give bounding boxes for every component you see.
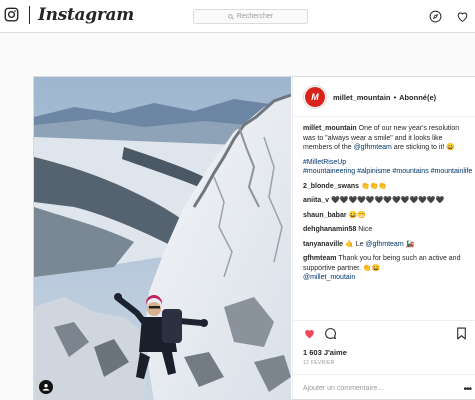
add-comment-placeholder: Ajouter un commentaire... [303,385,384,392]
post-header: M millet_mountain • Abonné(e) [293,77,475,117]
comment-icon[interactable] [324,327,337,340]
hashtags: #MilletRiseUp #mountaineering #alpinisme… [303,158,473,177]
more-options-button[interactable]: ••• [463,384,471,395]
comment-text: 🤙 Le [343,240,366,248]
hashtag-line-1[interactable]: #MilletRiseUp [303,158,473,168]
search-icon [228,13,234,20]
mountain-climber-photo [34,77,291,400]
post-date[interactable]: 12 février [303,360,335,366]
like-count[interactable]: 1 603 J'aime [303,348,347,357]
millet-logo-icon: M [305,87,325,107]
caption-text-end: are sticking to it! 😀 [391,144,455,151]
caption: millet_mountain One of our new year's re… [303,124,473,153]
comment-username[interactable]: tanyanaville [303,241,343,248]
comment-text: 😀😁 [346,211,366,219]
comment-username[interactable]: aniita_v [303,197,329,204]
follow-status-button[interactable]: Abonné(e) [399,93,436,102]
comment-item: dehghanamin58 Nice [303,225,473,235]
explore-icon[interactable] [429,10,442,23]
logo-separator [29,6,30,24]
comment-username[interactable]: 2_blonde_swans [303,183,359,190]
post-sidebar: M millet_mountain • Abonné(e) millet_mou… [292,77,475,400]
comment-username[interactable]: dehghanamin58 [303,226,356,233]
header-separator: • [393,93,397,102]
instagram-wordmark[interactable]: Instagram [38,5,134,25]
comment-item: shaun_babar 😀😁 [303,211,473,221]
comment-mention[interactable]: @gfhmteam [365,241,403,248]
top-nav: Instagram Rechercher [0,0,475,33]
post-card: M millet_mountain • Abonné(e) millet_mou… [33,76,475,400]
comment-item: aniita_v 🖤🖤🖤🖤🖤🖤🖤🖤🖤🖤🖤🖤🖤 [303,196,473,206]
comment-text: 👏👏👏 [359,182,388,190]
comment-username[interactable]: gfhmteam [303,255,336,262]
caption-mention[interactable]: @gfhmteam [354,144,392,151]
comment-item: gfhmteam Thank you for being such an act… [303,254,473,283]
avatar[interactable]: M [303,85,327,109]
heart-like-icon[interactable] [303,327,316,340]
comment-mention[interactable]: @millet_moutain [303,273,473,283]
comment-text-end: 🚂 [403,240,415,248]
post-actions: 1 603 J'aime 12 février Ajouter un comme… [293,320,475,400]
post-photo[interactable] [34,77,291,400]
user-tag-icon[interactable] [39,380,53,394]
instagram-glyph-icon[interactable] [4,7,19,22]
bookmark-icon[interactable] [455,327,468,340]
heart-nav-icon[interactable] [456,10,469,23]
add-comment-field[interactable]: Ajouter un commentaire... ••• [293,374,475,400]
comment-item: 2_blonde_swans 👏👏👏 [303,182,473,192]
comment-username[interactable]: shaun_babar [303,212,347,219]
caption-username[interactable]: millet_mountain [303,125,357,132]
hashtag-line-2[interactable]: #mountaineering #alpinisme #mountains #m… [303,167,473,177]
search-input[interactable]: Rechercher [193,9,308,24]
comment-item: tanyanaville 🤙 Le @gfhmteam 🚂 [303,240,473,250]
post-header-info: millet_mountain • Abonné(e) [333,93,436,102]
comment-text: Nice [356,226,373,233]
comments-section: millet_mountain One of our new year's re… [303,124,473,288]
post-username[interactable]: millet_mountain [333,93,391,102]
comment-text: 🖤🖤🖤🖤🖤🖤🖤🖤🖤🖤🖤🖤🖤 [329,197,445,204]
search-placeholder: Rechercher [236,13,274,20]
